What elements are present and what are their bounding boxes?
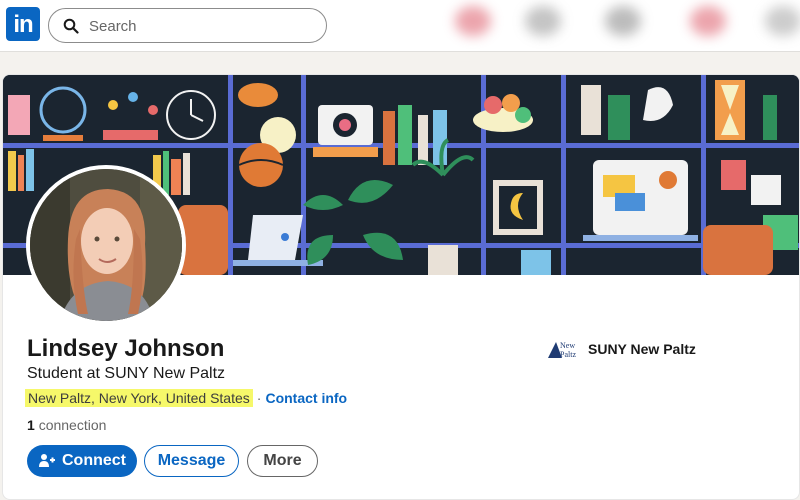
search-box[interactable] (48, 8, 327, 43)
connect-label: Connect (62, 452, 126, 469)
profile-photo-image (30, 169, 182, 321)
more-button[interactable]: More (247, 445, 318, 477)
profile-name: Lindsey Johnson (27, 335, 225, 362)
profile-photo[interactable] (26, 165, 186, 325)
nav-item-blurred[interactable] (455, 6, 491, 36)
profile-location: New Paltz, New York, United States (25, 389, 253, 407)
nav-item-blurred[interactable] (525, 6, 561, 36)
top-nav-bar: in (0, 0, 800, 52)
nav-item-blurred[interactable] (690, 6, 726, 36)
nav-item-blurred[interactable] (605, 6, 641, 36)
org-logo-line2: Paltz (560, 350, 576, 359)
search-input[interactable] (89, 16, 309, 36)
organization-name: SUNY New Paltz (588, 341, 696, 357)
org-logo-line1: New (560, 341, 575, 350)
linkedin-logo[interactable]: in (6, 7, 40, 41)
suny-new-paltz-logo: New Paltz (548, 341, 576, 359)
nav-item-blurred[interactable] (765, 6, 800, 36)
add-person-icon (39, 454, 55, 467)
search-icon (63, 18, 79, 34)
connect-button[interactable]: Connect (27, 445, 137, 477)
connections-label: connection (38, 417, 107, 433)
location-row: New Paltz, New York, United States · Con… (25, 389, 347, 407)
connections-count[interactable]: 1 connection (27, 417, 106, 433)
profile-headline: Student at SUNY New Paltz (27, 365, 226, 382)
contact-info-link[interactable]: Contact info (265, 390, 347, 406)
separator-dot: · (256, 390, 262, 406)
profile-card: Lindsey Johnson Student at SUNY New Palt… (2, 74, 800, 500)
connections-number: 1 (27, 417, 35, 433)
message-button[interactable]: Message (144, 445, 239, 477)
current-organization[interactable]: New Paltz SUNY New Paltz (548, 338, 696, 360)
